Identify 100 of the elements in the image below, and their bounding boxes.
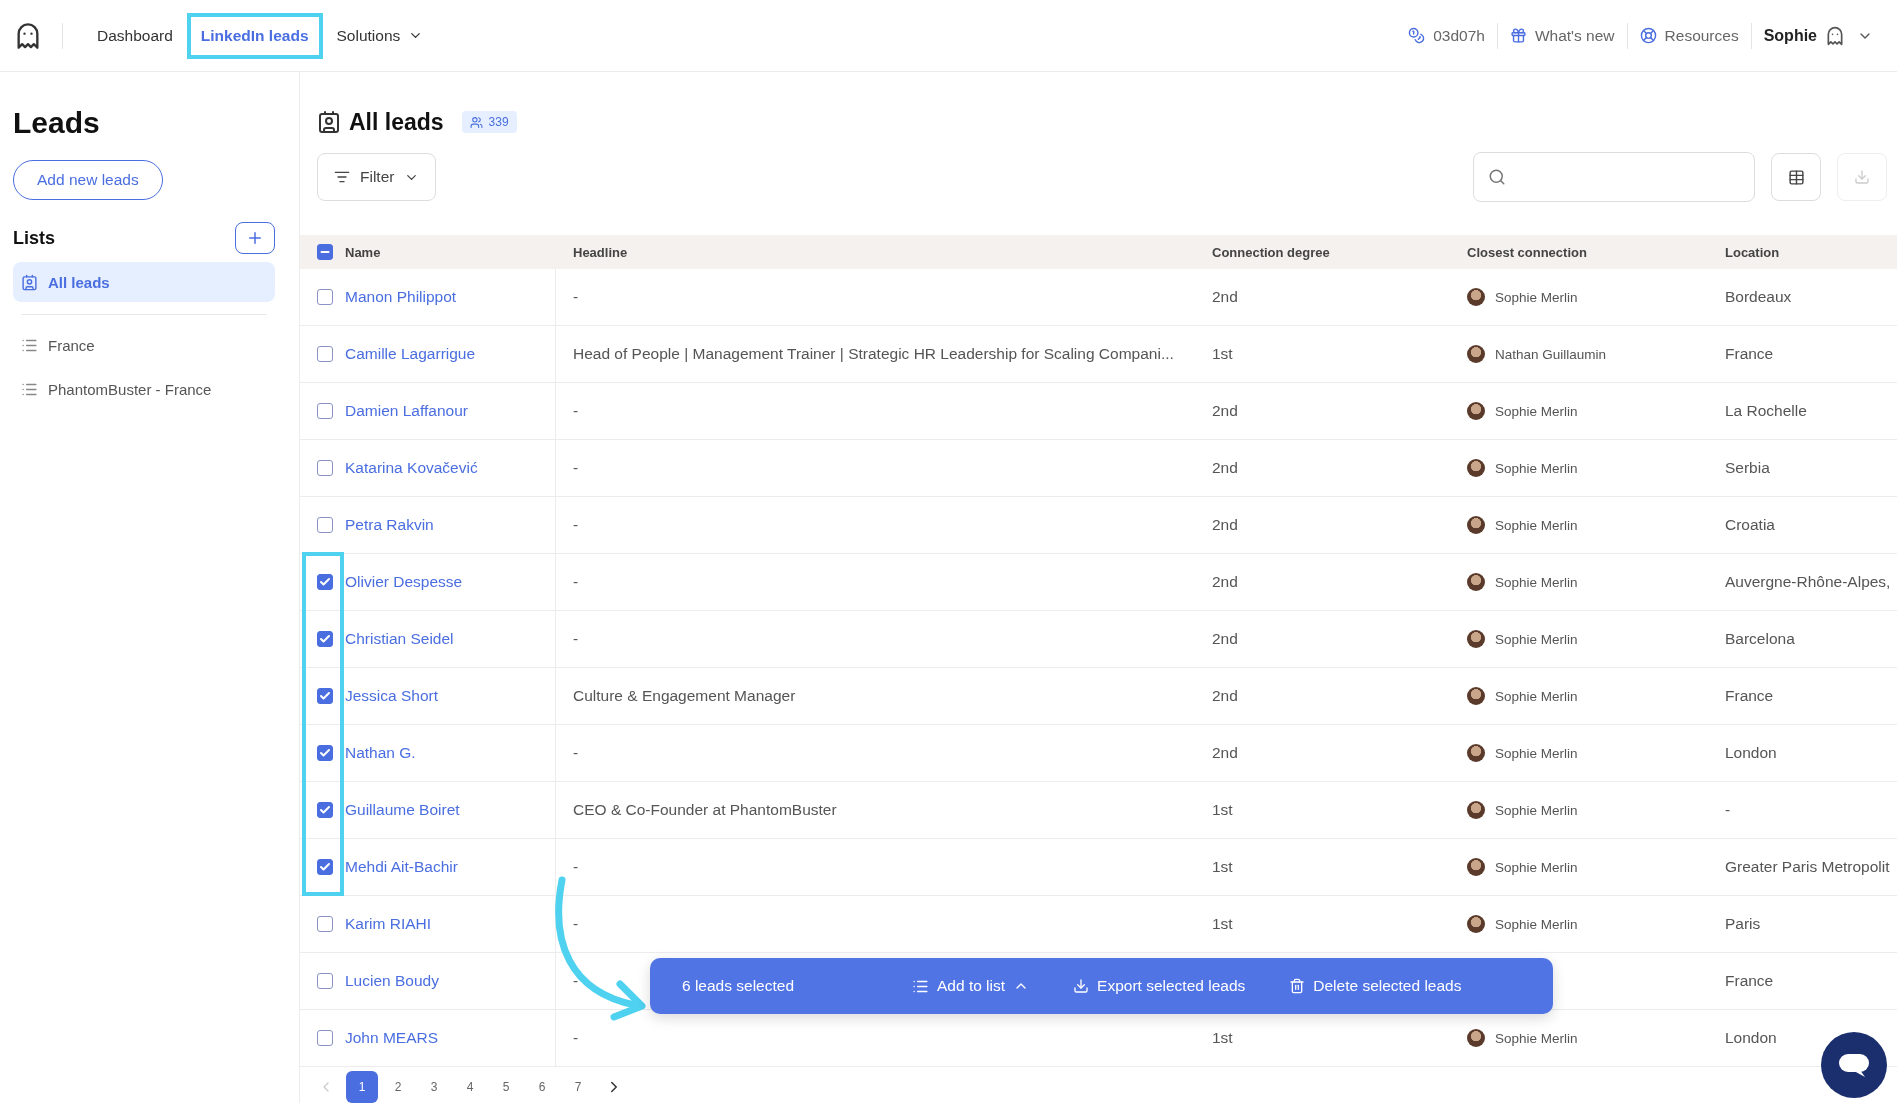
location-cell: Greater Paris Metropolit bbox=[1725, 858, 1890, 876]
plus-icon bbox=[246, 229, 264, 247]
lead-name-link[interactable]: Guillaume Boiret bbox=[345, 801, 460, 819]
degree-cell: 1st bbox=[1212, 801, 1233, 819]
connection-name: Sophie Merlin bbox=[1495, 916, 1578, 932]
connection-name: Sophie Merlin bbox=[1495, 631, 1578, 647]
lead-name-link[interactable]: Karim RIAHI bbox=[345, 915, 432, 933]
checkbox[interactable] bbox=[317, 688, 333, 704]
location-cell: France bbox=[1725, 972, 1774, 990]
avatar bbox=[1467, 858, 1485, 876]
headline-cell: - bbox=[573, 630, 579, 648]
check-icon bbox=[319, 804, 331, 816]
selection-count: 6 leads selected bbox=[682, 977, 796, 995]
logo-icon[interactable] bbox=[14, 21, 42, 50]
checkbox[interactable] bbox=[317, 346, 333, 362]
location-cell: Auvergne-Rhône-Alpes, bbox=[1725, 573, 1891, 591]
page-button[interactable]: 7 bbox=[562, 1071, 594, 1103]
column-header[interactable]: Headline bbox=[573, 244, 628, 260]
select-all-checkbox[interactable] bbox=[317, 244, 333, 260]
location-cell: France bbox=[1725, 687, 1774, 705]
sidebar-item[interactable]: All leads bbox=[13, 262, 275, 302]
connection-name: Sophie Merlin bbox=[1495, 1030, 1578, 1046]
connection-name: Sophie Merlin bbox=[1495, 460, 1578, 476]
column-header[interactable]: Location bbox=[1725, 244, 1780, 260]
whats-new-link[interactable]: What's new bbox=[1509, 26, 1615, 45]
lead-name-link[interactable]: Petra Rakvin bbox=[345, 516, 434, 534]
lead-name-link[interactable]: Jessica Short bbox=[345, 687, 439, 705]
page-button[interactable]: 3 bbox=[418, 1071, 450, 1103]
lead-name-link[interactable]: John MEARS bbox=[345, 1029, 439, 1047]
filter-icon bbox=[334, 169, 350, 185]
checkbox[interactable] bbox=[317, 631, 333, 647]
degree-cell: 1st bbox=[1212, 1029, 1233, 1047]
checkbox[interactable] bbox=[317, 802, 333, 818]
connection-name: Sophie Merlin bbox=[1495, 802, 1578, 818]
page-button[interactable]: 6 bbox=[526, 1071, 558, 1103]
avatar bbox=[1467, 630, 1485, 648]
user-name[interactable]: Sophie bbox=[1763, 26, 1817, 45]
nav-link[interactable]: Solutions bbox=[328, 18, 432, 53]
bar-action-button[interactable]: Export selected leads bbox=[1073, 977, 1246, 995]
column-header[interactable]: Closest connection bbox=[1467, 244, 1587, 260]
sidebar-item[interactable]: France bbox=[13, 325, 275, 365]
checkbox[interactable] bbox=[317, 859, 333, 875]
location-cell: La Rochelle bbox=[1725, 402, 1807, 420]
sidebar-item[interactable]: PhantomBuster - France bbox=[13, 369, 275, 409]
location-cell: Croatia bbox=[1725, 516, 1775, 534]
table-view-button[interactable] bbox=[1771, 153, 1821, 201]
table-icon bbox=[1787, 168, 1805, 186]
search-icon bbox=[1488, 168, 1506, 186]
degree-cell: 2nd bbox=[1212, 402, 1238, 420]
headline-cell: Culture & Engagement Manager bbox=[573, 687, 796, 705]
headline-cell: - bbox=[573, 402, 579, 420]
whats-new-text: What's new bbox=[1534, 26, 1615, 45]
page-button[interactable]: 5 bbox=[490, 1071, 522, 1103]
avatar bbox=[1467, 345, 1485, 363]
column-header[interactable]: Connection degree bbox=[1212, 244, 1330, 260]
nav-link[interactable]: LinkedIn leads bbox=[192, 18, 317, 53]
lead-name-link[interactable]: Lucien Boudy bbox=[345, 972, 439, 990]
checkbox[interactable] bbox=[317, 973, 333, 989]
checkbox[interactable] bbox=[317, 1030, 333, 1046]
checkbox[interactable] bbox=[317, 460, 333, 476]
filter-button[interactable]: Filter bbox=[317, 153, 437, 201]
lead-name-link[interactable]: Katarina Kovačević bbox=[345, 459, 478, 477]
search-field[interactable] bbox=[1473, 152, 1755, 202]
headline-cell: - bbox=[573, 915, 579, 933]
add-list-button[interactable] bbox=[235, 222, 275, 254]
degree-cell: 2nd bbox=[1212, 744, 1238, 762]
connection-name: Sophie Merlin bbox=[1495, 517, 1578, 533]
lead-name-link[interactable]: Olivier Despesse bbox=[345, 573, 463, 591]
bar-action-button[interactable]: Add to list bbox=[912, 977, 1030, 995]
checkbox[interactable] bbox=[317, 403, 333, 419]
list-title: All leads bbox=[349, 108, 444, 136]
checkbox[interactable] bbox=[317, 289, 333, 305]
degree-cell: 1st bbox=[1212, 858, 1233, 876]
page-button[interactable]: 1 bbox=[346, 1071, 378, 1103]
checkbox[interactable] bbox=[317, 916, 333, 932]
add-leads-button[interactable]: Add new leads bbox=[13, 160, 163, 200]
avatar bbox=[1467, 915, 1485, 933]
checkbox[interactable] bbox=[317, 745, 333, 761]
lead-name-link[interactable]: Nathan G. bbox=[345, 744, 416, 762]
nav-link[interactable]: Dashboard bbox=[89, 18, 181, 53]
lead-name-link[interactable]: Christian Seidel bbox=[345, 630, 454, 648]
lead-name-link[interactable]: Manon Philippot bbox=[345, 288, 457, 306]
checkbox[interactable] bbox=[317, 517, 333, 533]
download-icon bbox=[1073, 978, 1090, 994]
lead-name-link[interactable]: Damien Laffanour bbox=[345, 402, 468, 420]
lead-name-link[interactable]: Mehdi Ait-Bachir bbox=[345, 858, 458, 876]
avatar bbox=[1467, 459, 1485, 477]
page-button[interactable]: 4 bbox=[454, 1071, 486, 1103]
column-header[interactable]: Name bbox=[345, 244, 381, 260]
credits-link[interactable]: 03d07h bbox=[1408, 26, 1485, 45]
checkbox[interactable] bbox=[317, 574, 333, 590]
bar-action-button[interactable]: Delete selected leads bbox=[1289, 977, 1462, 995]
page-button[interactable]: 2 bbox=[382, 1071, 414, 1103]
degree-cell: 2nd bbox=[1212, 687, 1238, 705]
chat-icon bbox=[1838, 1052, 1870, 1078]
lead-name-link[interactable]: Camille Lagarrigue bbox=[345, 345, 476, 363]
location-cell: London bbox=[1725, 744, 1777, 762]
connection-name: Nathan Guillaumin bbox=[1495, 346, 1607, 362]
resources-link[interactable]: Resources bbox=[1639, 26, 1739, 45]
headline-cell: - bbox=[573, 858, 579, 876]
